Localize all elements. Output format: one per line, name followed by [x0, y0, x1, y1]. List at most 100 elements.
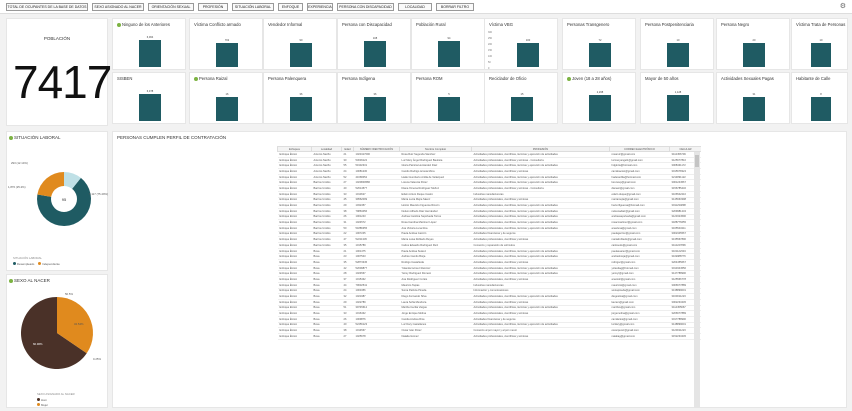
kpi-card: Víctima Trata de Personas 10 — [791, 18, 848, 70]
kpi-title: Ninguno de los Anteriores — [122, 22, 170, 27]
kpi-card: Actividades Sexuales Pagas 31 — [716, 72, 790, 124]
axis-tick-label: 100 — [488, 55, 492, 58]
kpi-bar[interactable] — [364, 41, 386, 67]
kpi-card: Víctima Conflicto armado 702 — [189, 18, 263, 70]
kpi-value: 90 — [299, 39, 303, 42]
kpi-bar[interactable] — [517, 43, 539, 67]
kpi-card: Persona Indígena 36 — [337, 72, 411, 124]
table-row[interactable]: Enfoque Étnico Bosa 27 1025678 Natalia Gómez… — [277, 333, 701, 340]
situacion-title: SITUACIÓN LABORAL — [14, 135, 61, 140]
kpi-value: 20 — [752, 39, 756, 42]
kpi-card: Persona Raizal 16 — [189, 72, 263, 124]
kpi-title: Habitante de Calle — [796, 76, 831, 81]
kpi-card: Persona Negro 20 — [716, 18, 790, 70]
kpi-bar[interactable] — [811, 97, 831, 121]
scrollbar-thumb[interactable] — [695, 155, 699, 167]
kpi-bar[interactable] — [139, 94, 161, 121]
poblacion-card: POBLACIÓN 7417 — [6, 18, 112, 126]
kpi-title: Persona Palenquera — [268, 76, 307, 81]
kpi-bar[interactable] — [743, 97, 765, 121]
table-scrollbar[interactable] — [694, 152, 700, 408]
kpi-value: 31 — [752, 93, 756, 96]
filter-button-7[interactable]: PERSONA CON DISCAPACIDAD — [337, 3, 394, 11]
legend-swatch-desempleado — [13, 262, 16, 266]
filter-button-3[interactable]: PROFESIÓN — [198, 3, 228, 11]
axis-tick-label: 150 — [488, 49, 492, 52]
kpi-bar[interactable] — [667, 95, 689, 121]
axis-tick-label: 50 — [488, 61, 491, 64]
kpi-bar[interactable] — [216, 43, 238, 67]
filter-button-5[interactable]: ENFOQUE — [278, 3, 303, 11]
kpi-bar[interactable] — [216, 97, 238, 121]
kpi-value: 1,128 — [674, 91, 682, 94]
legend-hom: Hom — [41, 398, 47, 402]
axis-tick-label: 250 — [488, 37, 492, 40]
kpi-card: Persona con Discapacidad 108 — [337, 18, 411, 70]
kpi-title: Persona con Discapacidad — [342, 22, 392, 27]
kpi-value: 702 — [224, 39, 230, 42]
filter-button-9[interactable]: BORRAR FILTRO — [436, 3, 474, 11]
kpi-bar[interactable] — [667, 43, 689, 67]
status-dot-icon — [194, 76, 198, 81]
filter-button-6[interactable]: EXPERIENCIA — [307, 3, 333, 11]
status-dot-icon — [9, 135, 13, 140]
kpi-bar[interactable] — [743, 43, 765, 67]
sexo-legend-mujer: Mujer — [37, 403, 48, 407]
kpi-value: 6,064 — [146, 36, 154, 39]
filter-button-2[interactable]: ORIENTACIÓN SEXUAL — [148, 3, 194, 11]
kpi-card: Reciclador de Oficio 15 — [484, 72, 558, 124]
sexo-label-mujer: 34.54% — [74, 322, 84, 326]
kpi-title: Persona Postpenitenciaria — [645, 22, 694, 27]
kpi-title: Vendedor Informal — [268, 22, 303, 27]
kpi-card: Personas Transgenero 72 — [562, 18, 636, 70]
kpi-value: 94 — [447, 37, 451, 40]
kpi-card: Persona ROM 5 — [411, 72, 485, 124]
kpi-card: Víctima VBG 100 300 250 200 150 100 50 0 — [484, 18, 558, 70]
kpi-title: Persona ROM — [416, 76, 443, 81]
kpi-bar[interactable] — [589, 95, 611, 121]
situacion-label-1: 293 (12.14%) — [11, 161, 28, 165]
kpi-bar[interactable] — [589, 43, 611, 67]
kpi-value: 36 — [373, 93, 377, 96]
kpi-value: 108 — [372, 37, 378, 40]
sexo-title: SEXO AL NACER — [14, 278, 50, 283]
filter-toolbar: TOTAL DE OCUPANTES DE LA BASE DE DATOS SE… — [0, 0, 852, 14]
kpi-bar[interactable] — [438, 41, 460, 67]
legend-swatch-hom — [37, 398, 40, 402]
kpi-bar[interactable] — [364, 97, 386, 121]
kpi-card: Vendedor Informal 90 — [263, 18, 337, 70]
kpi-bar[interactable] — [290, 43, 312, 67]
situacion-label-3: 5,117 (75.49%) — [89, 192, 108, 196]
kpi-value: 8 — [820, 93, 822, 96]
kpi-title: SISBEN — [117, 76, 133, 81]
situacion-laboral-card: SITUACIÓN LABORAL 95 293 (12.14%) 1,870 … — [6, 131, 108, 271]
filter-button-8[interactable]: LOCALIDAD — [398, 3, 432, 11]
kpi-bar[interactable] — [438, 97, 460, 121]
filter-button-0[interactable]: TOTAL DE OCUPANTES DE LA BASE DE DATOS — [6, 3, 88, 11]
kpi-bar[interactable] — [290, 97, 312, 121]
kpi-title: Persona Raizal — [199, 76, 228, 81]
kpi-value: 100 — [525, 39, 531, 42]
sexo-pie-chart — [21, 297, 94, 369]
legend-swatch-independiente — [38, 262, 42, 266]
kpi-title: Persona Indígena — [342, 76, 376, 81]
kpi-card: Habitante de Calle 8 — [791, 72, 848, 124]
sexo-al-nacer-card: SEXO AL NACER 50.5% 34.54% 0.25% 60.96% … — [6, 274, 108, 408]
filter-button-4[interactable]: SITUACIÓN LABORAL — [232, 3, 274, 11]
status-dot-icon — [567, 76, 571, 81]
kpi-bar[interactable] — [139, 40, 161, 67]
settings-icon[interactable]: ⚙ — [840, 2, 846, 10]
kpi-title: Persona Negro — [721, 22, 750, 27]
kpi-value: 72 — [598, 39, 602, 42]
sexo-legend-title: SEXO ASIGNADO AL NACER — [37, 392, 75, 396]
table-cell: 1025678 — [353, 333, 400, 340]
kpi-value: 10 — [819, 39, 823, 42]
filter-button-1[interactable]: SEXO ASIGNADO AL NACER — [92, 3, 144, 11]
legend-swatch-mujer — [37, 403, 40, 407]
kpi-value: 36 — [299, 93, 303, 96]
kpi-bar[interactable] — [811, 43, 831, 67]
kpi-bar[interactable] — [511, 97, 533, 121]
kpi-card: Población Rural 94 — [411, 18, 485, 70]
axis-tick-label: 0 — [488, 67, 490, 70]
donut-center-value: 95 — [62, 197, 67, 202]
